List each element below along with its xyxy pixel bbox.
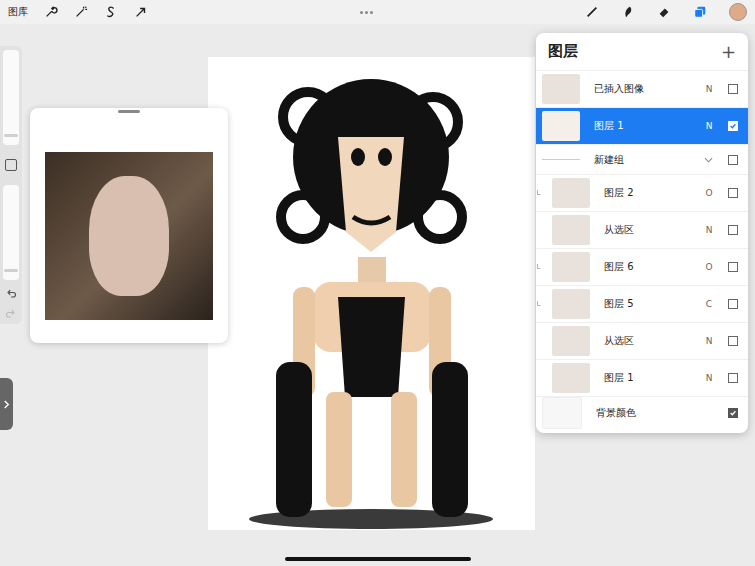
layer-name: 图层 2 (590, 186, 702, 200)
layers-title: 图层 (548, 42, 578, 61)
layer-name: 图层 6 (590, 260, 702, 274)
visibility-checkbox[interactable] (728, 336, 738, 346)
visibility-checkbox[interactable] (728, 84, 738, 94)
layer-row[interactable]: 已插入图像N (536, 70, 748, 107)
brush-size-slider[interactable] (3, 50, 19, 145)
smudge-icon[interactable] (621, 5, 635, 19)
layer-name: 图层 5 (590, 297, 702, 311)
eraser-icon[interactable] (657, 5, 671, 19)
layer-name: 从选区 (590, 223, 702, 237)
layer-row[interactable]: 图层 6O (536, 248, 748, 285)
expand-chevron-icon[interactable] (704, 157, 713, 163)
clip-arrow-icon (536, 300, 542, 308)
layer-thumbnail (552, 215, 590, 245)
gallery-button[interactable]: 图库 (8, 5, 28, 19)
redo-icon[interactable] (5, 308, 17, 320)
blend-mode[interactable]: N (702, 373, 716, 383)
layer-row[interactable]: 图层 5C (536, 285, 748, 322)
blend-mode[interactable]: N (702, 336, 716, 346)
layer-row[interactable]: 从选区N (536, 211, 748, 248)
add-layer-button[interactable]: + (721, 41, 736, 62)
layer-thumbnail (552, 326, 590, 356)
layer-thumbnail (542, 111, 580, 141)
layer-name: 图层 1 (590, 371, 702, 385)
blend-mode[interactable]: N (702, 121, 716, 131)
home-indicator[interactable] (285, 557, 471, 561)
sidebar-toggle[interactable] (0, 378, 13, 430)
reference-handle[interactable] (118, 110, 140, 113)
visibility-checkbox[interactable] (728, 188, 738, 198)
checkmark-icon (729, 409, 737, 417)
visibility-checkbox[interactable] (728, 408, 738, 418)
layers-header: 图层 + (536, 33, 748, 70)
layer-name: 从选区 (590, 334, 702, 348)
reference-window[interactable] (30, 108, 228, 343)
chevron-right-icon (3, 399, 10, 410)
magic-wand-icon[interactable] (74, 5, 88, 19)
procreate-screen: 图库图层+已插入图像N图层 1N新建组图层 2O从选区N图层 6O图层 5C从选… (0, 0, 755, 566)
clip-mark (536, 189, 542, 197)
color-swatch[interactable] (729, 3, 747, 21)
layer-thumbnail (542, 397, 582, 429)
opacity-slider[interactable] (3, 185, 19, 280)
more-dots-icon[interactable] (360, 11, 373, 14)
blend-mode[interactable]: O (702, 188, 716, 198)
left-sidebar (0, 46, 22, 324)
visibility-checkbox[interactable] (728, 262, 738, 272)
visibility-checkbox[interactable] (728, 299, 738, 309)
top-toolbar: 图库 (0, 0, 755, 24)
layer-name: 新建组 (580, 153, 702, 167)
clip-arrow-icon (536, 189, 542, 197)
layer-name: 已插入图像 (580, 82, 702, 96)
wrench-icon[interactable] (44, 5, 58, 19)
layer-name: 背景颜色 (582, 406, 702, 420)
checkmark-icon (729, 122, 737, 130)
layer-name: 图层 1 (580, 119, 702, 133)
undo-icon[interactable] (5, 288, 17, 300)
blend-mode[interactable]: N (702, 84, 716, 94)
blend-mode[interactable]: C (702, 299, 716, 309)
drawing-canvas[interactable] (208, 57, 535, 530)
selection-icon[interactable] (104, 5, 118, 19)
clip-arrow-icon (536, 263, 542, 271)
blend-mode[interactable]: N (702, 225, 716, 235)
visibility-checkbox[interactable] (728, 225, 738, 235)
layer-thumbnail (542, 74, 580, 104)
layer-row[interactable]: 图层 1N (536, 107, 748, 144)
layers-panel: 图层+已插入图像N图层 1N新建组图层 2O从选区N图层 6O图层 5C从选区N… (536, 33, 748, 433)
group-line (542, 159, 580, 160)
layer-thumbnail (552, 289, 590, 319)
artwork-figure (208, 57, 535, 530)
layer-row[interactable]: 背景颜色 (536, 396, 748, 429)
reference-photo (45, 152, 213, 320)
transform-arrow-icon[interactable] (134, 5, 148, 19)
brush-icon[interactable] (585, 5, 599, 19)
visibility-checkbox[interactable] (728, 155, 738, 165)
layer-thumbnail (552, 252, 590, 282)
layers-icon[interactable] (693, 5, 707, 19)
layer-row[interactable]: 图层 1N (536, 359, 748, 396)
blend-mode[interactable]: O (702, 262, 716, 272)
visibility-checkbox[interactable] (728, 373, 738, 383)
layer-row[interactable]: 新建组 (536, 144, 748, 174)
layer-row[interactable]: 从选区N (536, 322, 748, 359)
clip-mark (536, 300, 542, 308)
visibility-checkbox[interactable] (728, 121, 738, 131)
layer-row[interactable]: 图层 2O (536, 174, 748, 211)
layer-thumbnail (552, 363, 590, 393)
layer-thumbnail (552, 178, 590, 208)
clip-mark (536, 263, 542, 271)
modify-button[interactable] (5, 159, 17, 171)
